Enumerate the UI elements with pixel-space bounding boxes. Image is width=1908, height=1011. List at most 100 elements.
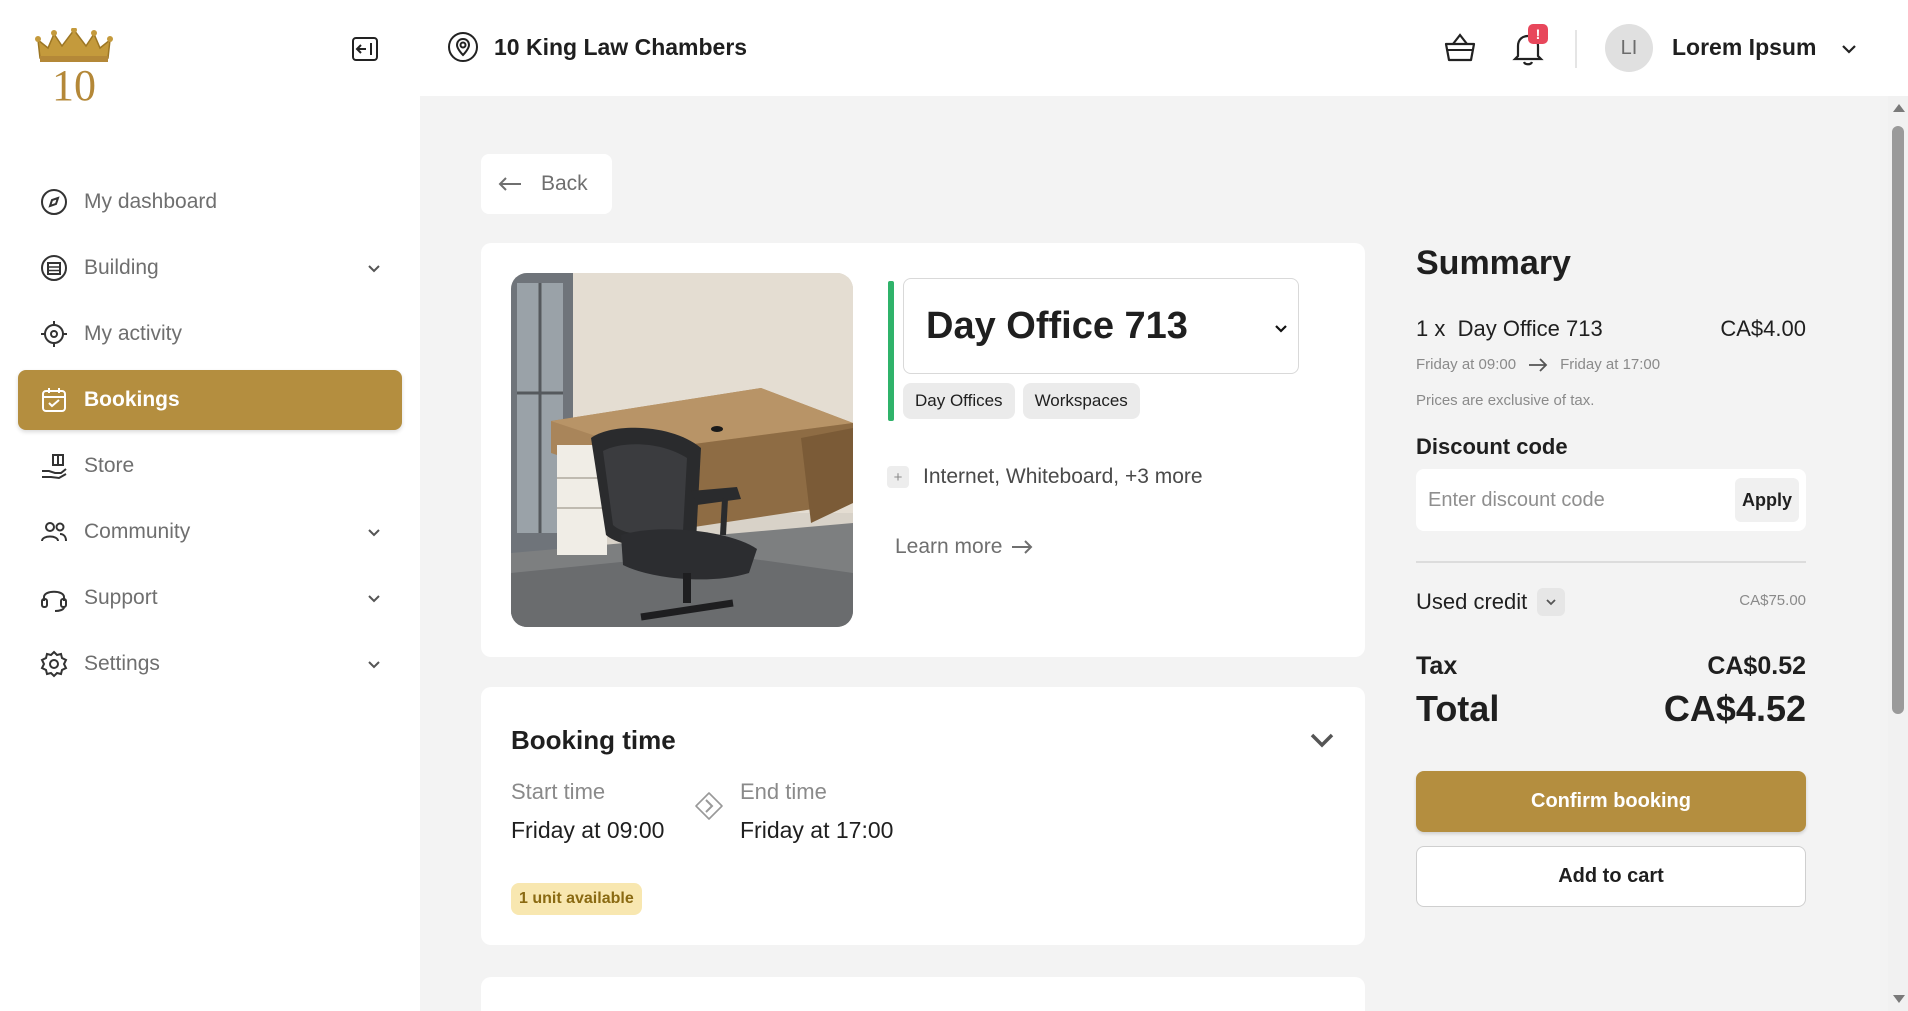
used-credit-toggle[interactable] (1537, 588, 1566, 616)
chevron-right-circle-icon (695, 792, 723, 820)
availability-badge: 1 unit available (511, 883, 642, 915)
chevron-down-icon (1275, 325, 1287, 333)
order-summary: Summary 1 x Day Office 713 CA$4.00 Frida… (1416, 96, 1810, 1011)
back-button[interactable]: Back (481, 154, 612, 214)
arrow-right-icon (1012, 540, 1033, 554)
used-credit-label: Used credit (1416, 589, 1528, 614)
sidebar-item-label: My dashboard (84, 190, 218, 213)
learn-more-link[interactable]: Learn more (895, 535, 1034, 559)
hand-gift-icon (38, 450, 70, 482)
add-to-cart-button[interactable]: Add to cart (1416, 846, 1806, 907)
status-bar (888, 281, 894, 421)
chevron-down-icon[interactable] (364, 588, 384, 608)
used-credit-amount: CA$75.00 (1739, 592, 1806, 609)
tax-row: Tax CA$0.52 (1416, 652, 1806, 681)
sidebar-item-label: Store (84, 454, 135, 477)
notifications-button[interactable]: ! (1510, 24, 1548, 68)
main-content: Back Day Office 713 Day Offices Workspac… (420, 96, 1888, 1011)
end-time[interactable]: End time Friday at 17:00 (740, 779, 893, 844)
sidebar-item-label: My activity (84, 322, 183, 345)
tag-workspaces: Workspaces (1022, 383, 1140, 419)
summary-divider (1416, 561, 1806, 563)
apply-button[interactable]: Apply (1735, 478, 1799, 522)
notification-badge: ! (1528, 24, 1548, 44)
sidebar-item-bookings[interactable]: Bookings (18, 370, 402, 430)
brand-logo[interactable]: 10 (34, 27, 114, 110)
total-label: Total (1416, 688, 1500, 729)
avatar[interactable]: LI (1605, 24, 1653, 72)
amenities-text: Internet, Whiteboard, +3 more (923, 465, 1203, 488)
office-card: Day Office 713 Day Offices Workspaces + … (481, 243, 1365, 657)
sidebar-item-label: Support (84, 586, 158, 609)
confirm-booking-button[interactable]: Confirm booking (1416, 771, 1806, 832)
learn-more-label: Learn more (895, 535, 1003, 558)
chevron-down-icon[interactable] (1307, 727, 1337, 751)
scroll-down-arrow[interactable] (1893, 995, 1905, 1003)
collapse-sidebar-icon (352, 37, 378, 61)
location-pin-icon (448, 32, 478, 62)
location-selector[interactable]: 10 King Law Chambers (446, 30, 747, 64)
collapse-sidebar-button[interactable] (350, 34, 380, 64)
plus-icon: + (887, 466, 909, 488)
building-icon (38, 252, 70, 284)
discount-field: Apply (1416, 469, 1806, 531)
end-time-value: Friday at 17:00 (740, 817, 894, 843)
line-price: CA$4.00 (1720, 316, 1806, 341)
arrow-left-icon (498, 177, 521, 191)
vertical-scrollbar[interactable] (1888, 96, 1908, 1011)
tax-amount: CA$0.52 (1707, 652, 1806, 680)
next-card (481, 977, 1365, 1011)
arrow-right-icon (1529, 357, 1548, 372)
sidebar-item-community[interactable]: Community (18, 502, 402, 562)
scroll-up-arrow[interactable] (1893, 104, 1905, 112)
amenities-list: + Internet, Whiteboard, +3 more (887, 465, 1203, 489)
sidebar-item-store[interactable]: Store (18, 436, 402, 496)
sidebar-item-support[interactable]: Support (18, 568, 402, 628)
end-time-label: End time (740, 779, 827, 804)
sidebar-item-settings[interactable]: Settings (18, 634, 402, 694)
summary-start: Friday at 09:00 (1416, 356, 1517, 373)
tax-label: Tax (1416, 652, 1458, 680)
sidebar-item-building[interactable]: Building (18, 238, 402, 298)
sidebar-item-label: Settings (84, 652, 160, 675)
summary-line-item: 1 x Day Office 713 CA$4.00 (1416, 316, 1806, 342)
sidebar: 10 My dashboard Building My activity Boo… (0, 0, 420, 1011)
sidebar-item-label: Bookings (84, 388, 180, 411)
discount-input[interactable] (1428, 483, 1718, 517)
scroll-thumb[interactable] (1892, 126, 1904, 714)
line-name: Day Office 713 (1457, 316, 1603, 341)
start-time[interactable]: Start time Friday at 09:00 (511, 779, 664, 844)
summary-dates: Friday at 09:00 Friday at 17:00 (1416, 356, 1660, 373)
crosshair-icon (38, 318, 70, 350)
header-divider (1575, 30, 1577, 68)
sidebar-item-label: Community (84, 520, 191, 543)
people-icon (38, 516, 70, 548)
basket-icon (1444, 33, 1476, 62)
tax-note: Prices are exclusive of tax. (1416, 392, 1595, 409)
logo-number: 10 (52, 61, 96, 104)
sidebar-item-label: Building (84, 256, 159, 279)
office-selector[interactable]: Day Office 713 (903, 278, 1299, 374)
booking-time-title: Booking time (511, 725, 676, 755)
sidebar-item-activity[interactable]: My activity (18, 304, 402, 364)
chevron-down-icon[interactable] (1838, 38, 1860, 60)
total-amount: CA$4.52 (1663, 688, 1806, 729)
tag-day-offices: Day Offices (903, 383, 1015, 419)
line-quantity: 1 x (1416, 316, 1446, 341)
back-label: Back (541, 172, 588, 195)
user-name[interactable]: Lorem Ipsum (1672, 34, 1816, 61)
top-header: 10 King Law Chambers ! LI Lorem Ipsum (420, 0, 1908, 96)
chevron-down-icon[interactable] (364, 258, 384, 278)
office-name: Day Office 713 (926, 304, 1188, 347)
chevron-down-icon[interactable] (364, 654, 384, 674)
chevron-down-icon (1546, 599, 1556, 606)
start-time-value: Friday at 09:00 (511, 817, 665, 843)
chevron-down-icon[interactable] (364, 522, 384, 542)
booking-time-card: Booking time Start time Friday at 09:00 … (481, 687, 1365, 945)
total-row: Total CA$4.52 (1416, 688, 1806, 730)
compass-icon (38, 186, 70, 218)
cart-button[interactable] (1442, 30, 1478, 66)
calendar-icon (38, 384, 70, 416)
sidebar-item-dashboard[interactable]: My dashboard (18, 172, 402, 232)
office-photo (511, 273, 853, 627)
